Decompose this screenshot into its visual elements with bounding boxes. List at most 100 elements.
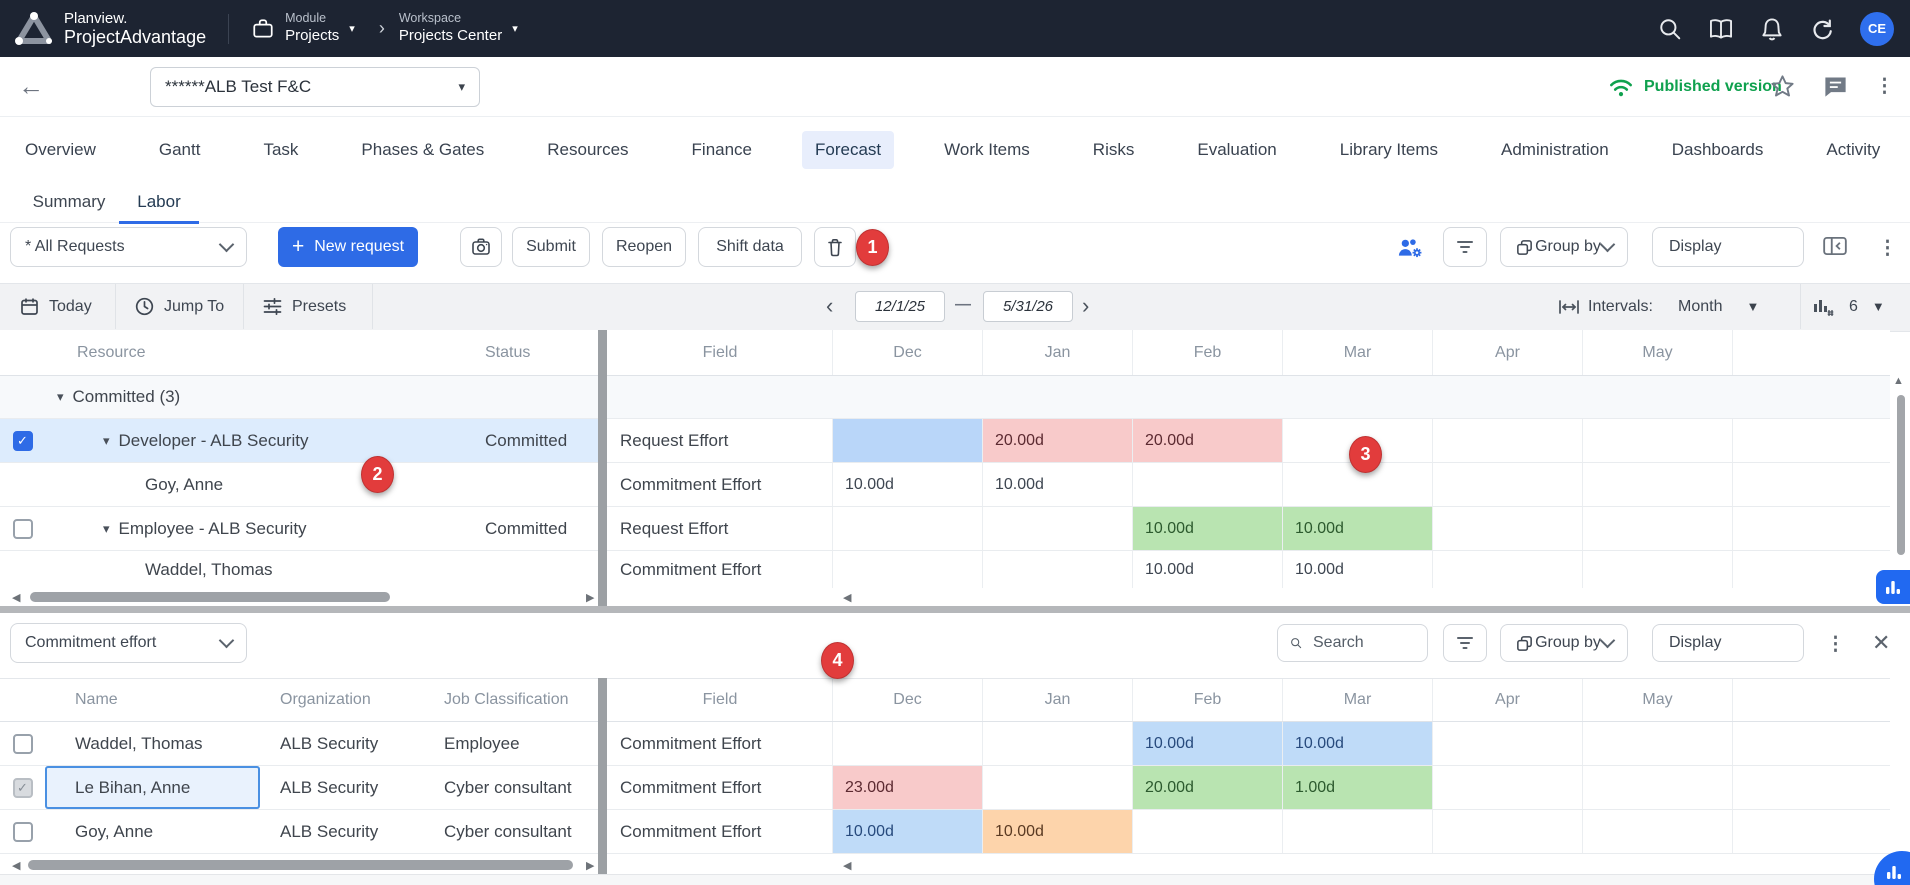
subtab-labor[interactable]: Labor bbox=[119, 183, 199, 224]
collapse-panel-button[interactable] bbox=[1822, 234, 1848, 263]
column-header-may[interactable]: May bbox=[1582, 330, 1732, 375]
grid-cell-jan[interactable]: 20.00d bbox=[982, 419, 1132, 462]
resource-cell[interactable]: ▾ Developer - ALB Security bbox=[45, 419, 455, 462]
tab-gantt[interactable]: Gantt bbox=[146, 131, 214, 169]
project-selector[interactable]: ******ALB Test F&C ▾ bbox=[150, 67, 480, 107]
grid-cell-apr[interactable] bbox=[1432, 551, 1582, 588]
tab-forecast[interactable]: Forecast bbox=[802, 131, 894, 169]
tab-dashboards[interactable]: Dashboards bbox=[1659, 131, 1777, 169]
vertical-scrollbar-thumb[interactable] bbox=[1897, 395, 1905, 555]
reopen-button[interactable]: Reopen bbox=[602, 227, 686, 267]
grid-cell-feb[interactable]: 10.00d bbox=[1132, 507, 1282, 550]
planview-logo[interactable]: Planview. ProjectAdvantage bbox=[14, 10, 206, 48]
name-cell[interactable]: Waddel, Thomas bbox=[45, 722, 260, 765]
scroll-left-arrow[interactable]: ◀ bbox=[12, 861, 20, 872]
presets-button[interactable]: Presets bbox=[262, 284, 346, 329]
grid-cell-may[interactable] bbox=[1582, 463, 1732, 506]
grid-cell-dec[interactable] bbox=[832, 551, 982, 588]
search-input[interactable] bbox=[1311, 633, 1415, 653]
resource-cell[interactable]: Waddel, Thomas bbox=[45, 551, 455, 588]
request-filter-select[interactable]: * All Requests bbox=[10, 227, 247, 267]
grid-cell-feb[interactable]: 10.00d bbox=[1132, 551, 1282, 588]
column-header-mar[interactable]: Mar bbox=[1282, 330, 1432, 375]
column-header-resource[interactable]: Resource bbox=[45, 330, 455, 375]
module-switcher[interactable]: Module Projects ▾ bbox=[251, 11, 365, 45]
subtab-summary[interactable]: Summary bbox=[14, 183, 124, 221]
column-header-apr[interactable]: Apr bbox=[1432, 679, 1582, 721]
row-checkbox[interactable] bbox=[13, 822, 33, 842]
bottom-display-button[interactable]: Display bbox=[1652, 624, 1804, 662]
user-avatar[interactable]: CE bbox=[1860, 12, 1894, 46]
workspace-switcher[interactable]: Workspace Projects Center ▾ bbox=[399, 11, 528, 45]
scroll-left-arrow[interactable]: ◀ bbox=[12, 593, 20, 604]
name-cell[interactable]: Goy, Anne bbox=[45, 810, 260, 853]
grid-cell-dec[interactable] bbox=[832, 507, 982, 550]
grid-cell-apr[interactable] bbox=[1432, 766, 1582, 809]
grid-cell-apr[interactable] bbox=[1432, 507, 1582, 550]
table-row[interactable]: Goy, Anne ALB Security Cyber consultant … bbox=[0, 810, 1890, 854]
chart-view-button[interactable] bbox=[1876, 570, 1910, 604]
chart-view-button[interactable] bbox=[1874, 851, 1910, 885]
tab-finance[interactable]: Finance bbox=[679, 131, 765, 169]
top-filter-button[interactable] bbox=[1443, 227, 1487, 267]
tab-task[interactable]: Task bbox=[250, 131, 311, 169]
close-panel-icon[interactable]: ✕ bbox=[1872, 630, 1890, 656]
grid-cell-mar[interactable]: 1.00d bbox=[1282, 766, 1432, 809]
grid-cell-mar[interactable]: 10.00d bbox=[1282, 507, 1432, 550]
column-header-job[interactable]: Job Classification bbox=[432, 679, 598, 721]
grid-cell-jan[interactable] bbox=[982, 766, 1132, 809]
interval-count-select[interactable]: 6 ▼ bbox=[1812, 284, 1885, 329]
notifications-bell-icon[interactable] bbox=[1760, 17, 1784, 41]
frozen-pane-splitter[interactable] bbox=[598, 678, 607, 874]
grid-cell-jan[interactable]: 10.00d bbox=[982, 810, 1132, 853]
grid-cell-apr[interactable] bbox=[1432, 722, 1582, 765]
bottom-group-by-select[interactable]: Group by bbox=[1500, 624, 1628, 662]
row-expander-icon[interactable]: ▾ bbox=[103, 521, 110, 537]
table-row[interactable]: Goy, Anne Commitment Effort 10.00d 10.00… bbox=[0, 463, 1890, 507]
column-header-apr[interactable]: Apr bbox=[1432, 330, 1582, 375]
grid-cell-apr[interactable] bbox=[1432, 463, 1582, 506]
row-checkbox[interactable] bbox=[13, 519, 33, 539]
tab-overview[interactable]: Overview bbox=[12, 131, 109, 169]
shift-data-button[interactable]: Shift data bbox=[698, 227, 802, 267]
row-checkbox[interactable] bbox=[13, 734, 33, 754]
column-header-may[interactable]: May bbox=[1582, 679, 1732, 721]
grid-cell-feb[interactable]: 20.00d bbox=[1132, 419, 1282, 462]
bottom-search[interactable] bbox=[1277, 624, 1428, 662]
interval-select[interactable]: Month ▼ bbox=[1678, 284, 1759, 329]
row-checkbox[interactable]: ✓ bbox=[13, 431, 33, 451]
column-header-feb[interactable]: Feb bbox=[1132, 330, 1282, 375]
top-group-by-select[interactable]: Group by bbox=[1500, 227, 1628, 267]
grid-cell-mar[interactable] bbox=[1282, 810, 1432, 853]
scroll-left-arrow[interactable]: ◀ bbox=[843, 593, 851, 604]
grid-cell-jan[interactable] bbox=[982, 507, 1132, 550]
horizontal-scrollbar-thumb[interactable] bbox=[30, 592, 390, 602]
scroll-up-arrow[interactable]: ▲ bbox=[1893, 376, 1904, 387]
scroll-right-arrow[interactable]: ▶ bbox=[586, 593, 594, 604]
tab-administration[interactable]: Administration bbox=[1488, 131, 1622, 169]
library-book-icon[interactable] bbox=[1708, 17, 1734, 41]
effort-view-select[interactable]: Commitment effort bbox=[10, 623, 247, 663]
new-request-button[interactable]: + New request bbox=[278, 227, 418, 267]
tab-library-items[interactable]: Library Items bbox=[1327, 131, 1451, 169]
column-header-feb[interactable]: Feb bbox=[1132, 679, 1282, 721]
grid-cell-may[interactable] bbox=[1582, 419, 1732, 462]
table-row[interactable]: ✓ ▾ Developer - ALB Security Committed R… bbox=[0, 419, 1890, 463]
end-date-input[interactable] bbox=[983, 291, 1073, 322]
column-header-field[interactable]: Field bbox=[608, 330, 832, 375]
grid-cell-jan[interactable] bbox=[982, 551, 1132, 588]
tab-risks[interactable]: Risks bbox=[1080, 131, 1148, 169]
title-kebab-menu-icon[interactable]: ⋮ bbox=[1875, 75, 1894, 98]
grid-cell-feb[interactable]: 20.00d bbox=[1132, 766, 1282, 809]
bottom-filter-button[interactable] bbox=[1443, 624, 1487, 662]
grid-cell-mar[interactable]: 10.00d bbox=[1282, 551, 1432, 588]
column-header-jan[interactable]: Jan bbox=[982, 330, 1132, 375]
delete-button[interactable] bbox=[814, 227, 856, 267]
snapshot-button[interactable] bbox=[460, 227, 502, 267]
jump-to-button[interactable]: Jump To bbox=[134, 284, 224, 329]
table-row[interactable]: Waddel, Thomas ALB Security Employee Com… bbox=[0, 722, 1890, 766]
table-row[interactable]: ✓ Le Bihan, Anne ALB Security Cyber cons… bbox=[0, 766, 1890, 810]
comments-icon[interactable] bbox=[1822, 74, 1849, 99]
column-header-jan[interactable]: Jan bbox=[982, 679, 1132, 721]
next-interval-chevron[interactable]: › bbox=[1082, 295, 1089, 317]
